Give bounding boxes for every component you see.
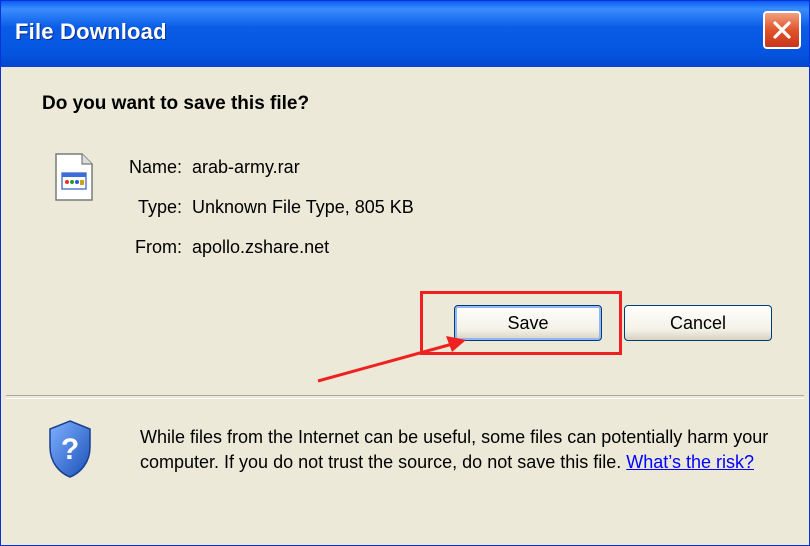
unknown-file-icon [55, 153, 93, 201]
shield-question-icon: ? [49, 420, 91, 478]
close-button[interactable] [763, 11, 801, 49]
window-title: File Download [15, 19, 167, 44]
svg-text:?: ? [61, 433, 79, 466]
whats-the-risk-link[interactable]: What’s the risk? [626, 452, 754, 472]
dialog-body: Do you want to save this file? Name: arab… [6, 67, 804, 539]
file-source-row: From: apollo.zshare.net [122, 237, 329, 258]
close-icon [773, 21, 791, 39]
file-name-row: Name: arab-army.rar [122, 157, 300, 178]
file-download-dialog: File Download Do you want to save this f… [0, 0, 810, 546]
save-question: Do you want to save this file? [42, 93, 310, 114]
security-warning: While files from the Internet can be use… [140, 425, 790, 475]
file-name-label: Name: [128, 157, 182, 177]
file-source-value: apollo.zshare.net [192, 237, 330, 257]
file-type-value: Unknown File Type, 805 KB [192, 197, 414, 217]
cancel-button[interactable]: Cancel [624, 305, 772, 341]
file-type-label: Type: [137, 197, 182, 217]
file-type-row: Type: Unknown File Type, 805 KB [122, 197, 414, 218]
section-divider [6, 395, 804, 399]
title-bar[interactable]: File Download [1, 1, 809, 67]
file-name-value: arab-army.rar [192, 157, 300, 177]
file-source-label: From: [135, 237, 182, 257]
